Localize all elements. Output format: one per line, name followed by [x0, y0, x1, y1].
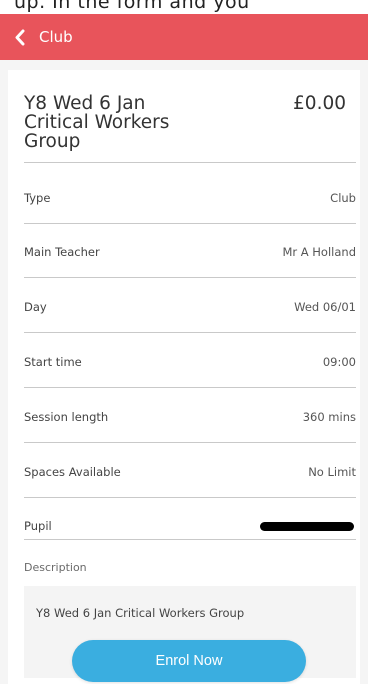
divider — [24, 277, 356, 278]
title-row: Y8 Wed 6 Jan Critical Workers Group £0.0… — [24, 94, 346, 151]
club-title: Y8 Wed 6 Jan Critical Workers Group — [24, 93, 170, 152]
detail-label: Type — [24, 191, 51, 205]
detail-row-main-teacher: Main Teacher Mr A Holland — [24, 237, 356, 267]
divider — [24, 332, 356, 333]
detail-row-type: Type Club — [24, 183, 356, 213]
redaction-bar — [260, 521, 354, 531]
detail-value: Mr A Holland — [282, 245, 356, 259]
detail-label: Spaces Available — [24, 465, 121, 479]
divider — [24, 497, 356, 498]
header-title: Club — [39, 28, 73, 46]
detail-label: Start time — [24, 355, 82, 369]
detail-label: Session length — [24, 410, 109, 424]
detail-label: Main Teacher — [24, 245, 100, 259]
pupil-row[interactable]: Pupil — [24, 511, 356, 541]
detail-row-spaces-available: Spaces Available No Limit — [24, 457, 356, 487]
divider — [24, 539, 356, 540]
clipped-text: up. In the form and you — [14, 0, 250, 13]
detail-row-day: Day Wed 06/01 — [24, 292, 356, 322]
club-price: £0.00 — [293, 93, 346, 114]
back-button[interactable] — [0, 14, 25, 60]
divider — [24, 442, 356, 443]
detail-value: No Limit — [308, 465, 356, 479]
divider — [24, 223, 356, 224]
enrol-now-button[interactable]: Enrol Now — [72, 640, 306, 682]
chevron-left-icon — [15, 29, 25, 45]
clipped-top-text: up. In the form and you — [0, 0, 368, 14]
detail-row-session-length: Session length 360 mins — [24, 402, 356, 432]
divider — [24, 387, 356, 388]
detail-value: Wed 06/01 — [294, 300, 356, 314]
detail-row-start-time: Start time 09:00 — [24, 347, 356, 377]
description-text: Y8 Wed 6 Jan Critical Workers Group — [36, 606, 245, 620]
divider — [24, 162, 356, 163]
detail-value: Club — [330, 191, 356, 205]
club-detail-card: Y8 Wed 6 Jan Critical Workers Group £0.0… — [8, 70, 360, 684]
detail-label: Day — [24, 300, 47, 314]
pupil-label: Pupil — [24, 519, 52, 533]
content-area: Y8 Wed 6 Jan Critical Workers Group £0.0… — [0, 60, 368, 684]
detail-value: 360 mins — [302, 410, 356, 424]
app-header: Club — [0, 14, 368, 60]
detail-value: 09:00 — [322, 355, 356, 369]
description-label: Description — [24, 561, 87, 574]
